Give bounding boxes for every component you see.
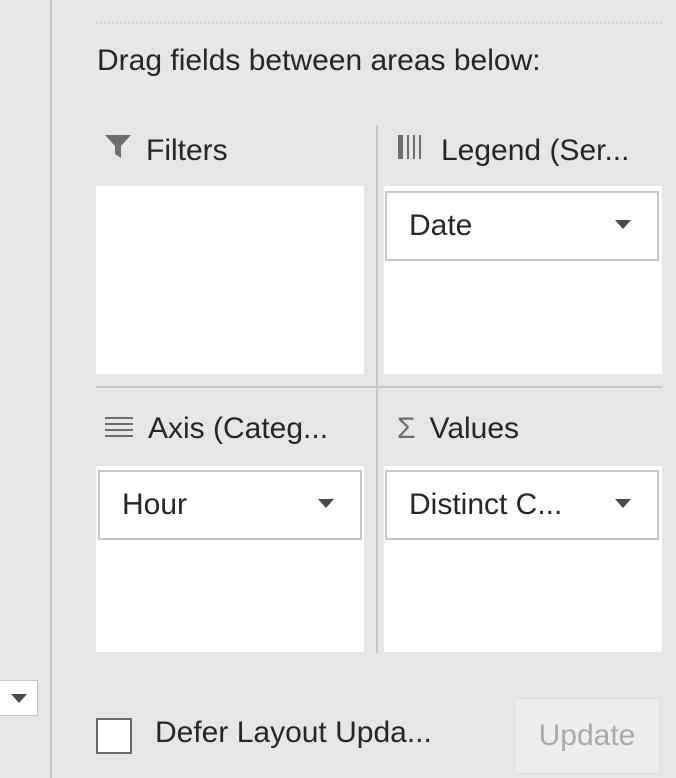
sigma-icon: Σ [397,412,416,445]
drag-instruction: Drag fields between areas below: [97,44,541,77]
values-field-distinct-count[interactable]: Distinct C... [385,470,659,540]
axis-area-header: Axis (Categ... [104,412,328,446]
values-area-header: Σ Values [397,412,519,446]
legend-drop-area[interactable]: Date [384,186,662,374]
left-pane-gutter [0,0,50,778]
values-area-title: Values [429,412,520,445]
chevron-down-icon[interactable] [318,499,334,508]
field-label: Date [409,209,473,242]
left-pane-dropdown[interactable] [0,680,38,716]
filters-area-header: Filters [104,134,228,168]
vertical-area-divider [376,125,378,653]
legend-area-header: Legend (Ser... [397,134,629,168]
defer-layout-label[interactable]: Defer Layout Upda... [155,716,432,750]
pane-divider[interactable] [50,0,52,778]
field-label: Distinct C... [409,488,563,521]
axis-field-hour[interactable]: Hour [98,470,362,540]
horizontal-area-divider [96,386,662,388]
axis-area-title: Axis (Categ... [148,412,329,445]
filters-area-title: Filters [146,134,228,167]
columns-icon [397,134,427,168]
section-separator [96,22,662,24]
field-label: Hour [122,488,188,521]
chevron-down-icon[interactable] [615,499,631,508]
values-drop-area[interactable]: Distinct C... [384,466,662,652]
filters-drop-area[interactable] [96,186,364,374]
defer-layout-checkbox[interactable] [96,718,132,754]
update-button[interactable]: Update [514,698,660,774]
chevron-down-icon [11,694,27,703]
rows-icon [104,412,134,446]
axis-drop-area[interactable]: Hour [96,466,364,652]
filter-icon [104,134,132,168]
chevron-down-icon[interactable] [615,220,631,229]
legend-field-date[interactable]: Date [385,191,659,261]
legend-area-title: Legend (Ser... [441,134,630,167]
